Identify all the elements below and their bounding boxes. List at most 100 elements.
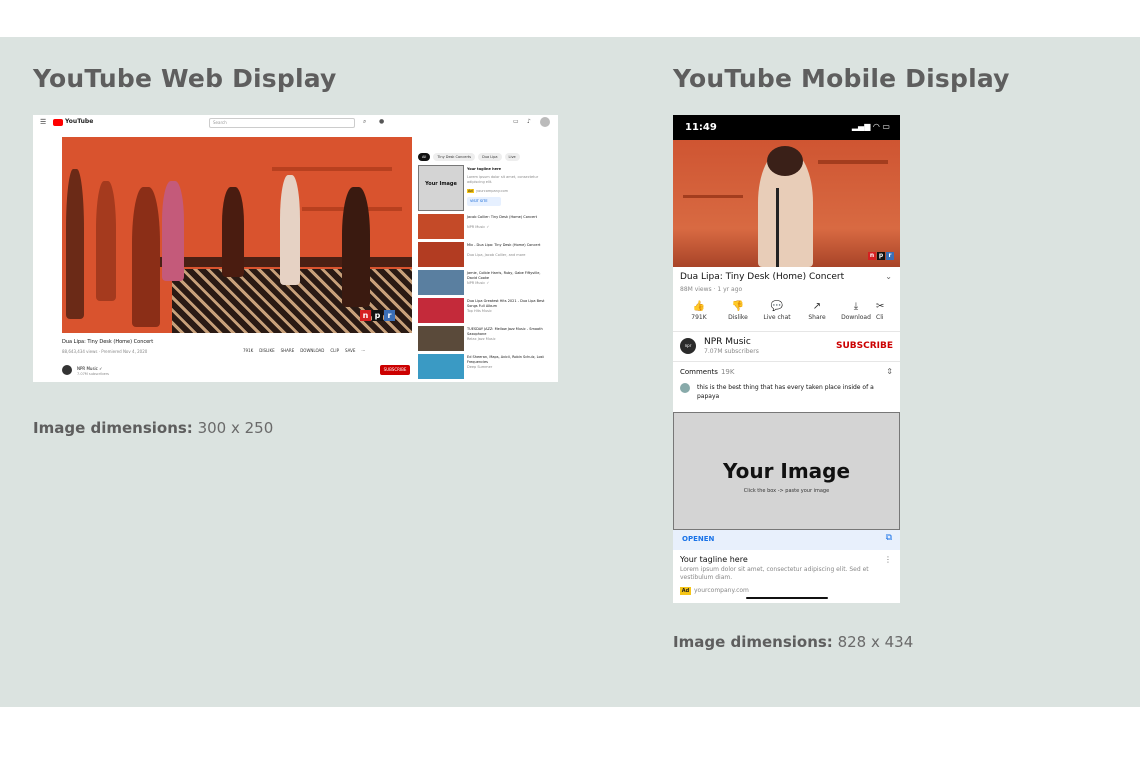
open-button[interactable]: OPENEN: [682, 535, 714, 543]
download-button[interactable]: ⤓ Download: [836, 301, 876, 321]
subscribe-button[interactable]: SUBSCRIBE: [836, 341, 893, 351]
dislike-button[interactable]: 👎 Dislike: [718, 301, 758, 321]
related-video[interactable]: Jamie, Colbie Harris, Ruby, Gabe Fiftyvi…: [418, 270, 553, 296]
related-meta: Deep Summer: [467, 365, 493, 369]
shelf-decor: [272, 167, 392, 171]
related-thumbnail: [418, 242, 464, 267]
clip-button[interactable]: ✂ Cli: [876, 301, 900, 321]
comments-count: 19K: [720, 368, 735, 376]
related-thumbnail: [418, 354, 464, 379]
commenter-avatar: [680, 383, 690, 393]
related-thumbnail: [418, 298, 464, 323]
chip-dua-lipa[interactable]: Dua Lipa: [478, 153, 502, 161]
related-title: Mix - Dua Lipa: Tiny Desk (Home) Concert: [467, 243, 541, 247]
ad-lorem: Lorem ipsum dolor sit amet, consectetur …: [467, 175, 539, 184]
related-meta: NPR Music ✓: [467, 281, 490, 285]
search-input[interactable]: Search: [209, 118, 355, 128]
external-link-icon[interactable]: ⧉: [886, 533, 892, 543]
comments-header[interactable]: Comments 19K: [680, 368, 734, 376]
channel-subscribers: 7.07M subscribers: [704, 348, 759, 355]
ad-image-title: Your Image: [722, 459, 851, 483]
npr-logo: npr: [868, 252, 894, 260]
like-button[interactable]: 791K: [243, 348, 253, 353]
youtube-logo-icon[interactable]: [53, 119, 63, 126]
open-bar[interactable]: OPENEN ⧉: [673, 530, 900, 550]
video-title: Dua Lipa: Tiny Desk (Home) Concert: [62, 339, 154, 345]
dislike-label: Dislike: [728, 314, 748, 321]
youtube-logo-text[interactable]: YouTube: [65, 118, 93, 125]
clip-button[interactable]: CLIP: [330, 348, 339, 353]
share-button[interactable]: SHARE: [281, 348, 295, 353]
related-video[interactable]: Mix - Dua Lipa: Tiny Desk (Home) Concert…: [418, 242, 553, 268]
related-video[interactable]: Ed Sheeran, Maps, Avicii, Robin Schulz, …: [418, 354, 553, 380]
mic-stand: [776, 188, 779, 267]
web-dimensions: Image dimensions: 300 x 250: [33, 419, 273, 437]
shelf-decor: [683, 195, 743, 198]
create-icon[interactable]: ▭: [513, 118, 519, 125]
ad-image-subtitle: Click the box -> paste your image: [743, 488, 830, 494]
ad-company[interactable]: yourcompany.com: [694, 587, 749, 594]
performer-hair: [767, 146, 803, 176]
chevron-down-icon[interactable]: ⌄: [885, 272, 892, 281]
menu-icon[interactable]: ☰: [40, 118, 46, 126]
subscribe-button[interactable]: SUBSCRIBE: [380, 365, 410, 375]
bell-icon[interactable]: ♪: [527, 118, 531, 125]
performer-figure: [222, 187, 244, 277]
mobile-video-player[interactable]: npr: [673, 140, 900, 267]
related-video[interactable]: Dua Lipa Greatest Hits 2021 - Dua Lipa B…: [418, 298, 553, 324]
channel-name[interactable]: NPR Music ✓: [77, 366, 102, 371]
shelf-decor: [818, 160, 888, 164]
status-icons: ▂▄▆ ◠ ▭: [851, 122, 890, 131]
channel-avatar[interactable]: npr: [680, 338, 696, 354]
performer-figure: [132, 187, 160, 327]
ad-tagline: Your tagline here: [467, 167, 502, 171]
youtube-web-mockup: ☰ YouTube Search ⌕ ● ▭ ♪ npr Dua Lipa: T…: [33, 115, 558, 382]
download-label: Download: [841, 314, 871, 321]
video-player[interactable]: npr: [62, 137, 412, 333]
related-video[interactable]: Jacob Collier: Tiny Desk (Home) Concert …: [418, 214, 553, 240]
related-thumbnail: [418, 270, 464, 295]
more-button[interactable]: ···: [361, 348, 365, 353]
thumbs-down-icon: 👎: [731, 301, 745, 312]
related-meta: NPR Music ✓: [467, 225, 490, 229]
like-button[interactable]: 👍 791K: [679, 301, 719, 321]
chip-live[interactable]: Live: [504, 153, 520, 161]
performer-figure: [66, 169, 84, 319]
mobile-dimensions: Image dimensions: 828 x 434: [673, 633, 913, 651]
channel-name[interactable]: NPR Music: [704, 337, 751, 347]
more-vert-icon[interactable]: ⋮: [884, 555, 892, 564]
avatar[interactable]: [540, 117, 550, 127]
download-icon: ⤓: [853, 301, 859, 312]
share-icon: ↗: [812, 301, 822, 312]
status-time: 11:49: [685, 122, 717, 133]
chip-tiny-desk[interactable]: Tiny Desk Concerts: [433, 153, 476, 161]
related-meta: Dua Lipa, Jacob Collier, and more: [467, 253, 526, 257]
expand-icon[interactable]: ⇕: [886, 367, 893, 376]
dislike-button[interactable]: DISLIKE: [259, 348, 274, 353]
visit-site-button[interactable]: VISIT SITE: [467, 197, 501, 206]
related-title: Ed Sheeran, Maps, Avicii, Robin Schulz, …: [467, 355, 544, 364]
video-actions: 791K DISLIKE SHARE DOWNLOAD CLIP SAVE ··…: [243, 348, 365, 353]
chip-all[interactable]: All: [418, 153, 431, 161]
save-button[interactable]: SAVE: [345, 348, 355, 353]
search-icon[interactable]: ⌕: [363, 118, 366, 126]
web-dimensions-value: 300 x 250: [197, 419, 274, 437]
clip-label: Cli: [876, 314, 884, 321]
npr-logo: npr: [360, 310, 395, 321]
divider: [673, 331, 900, 332]
mobile-actions: 👍 791K 👎 Dislike 💬 Live chat ↗ Share ⤓ Downlo…: [673, 301, 900, 327]
home-indicator: [746, 597, 828, 599]
live-chat-button[interactable]: 💬 Live chat: [757, 301, 797, 321]
ad-badge: Ad: [680, 587, 691, 595]
related-video[interactable]: TUESDAY JAZZ: Mellow Jazz Music - Smooth…: [418, 326, 553, 352]
web-section-title: YouTube Web Display: [33, 64, 337, 93]
share-button[interactable]: ↗ Share: [797, 301, 837, 321]
channel-avatar[interactable]: [62, 365, 72, 375]
download-button[interactable]: DOWNLOAD: [300, 348, 324, 353]
performer-figure: [162, 181, 184, 281]
mic-icon[interactable]: ●: [379, 118, 384, 125]
mobile-video-meta: 88M views · 1 yr ago: [680, 286, 743, 293]
status-bar: 11:49 ▂▄▆ ◠ ▭: [673, 115, 900, 140]
ad-image-placeholder[interactable]: [418, 165, 464, 211]
performer-figure: [342, 187, 370, 307]
